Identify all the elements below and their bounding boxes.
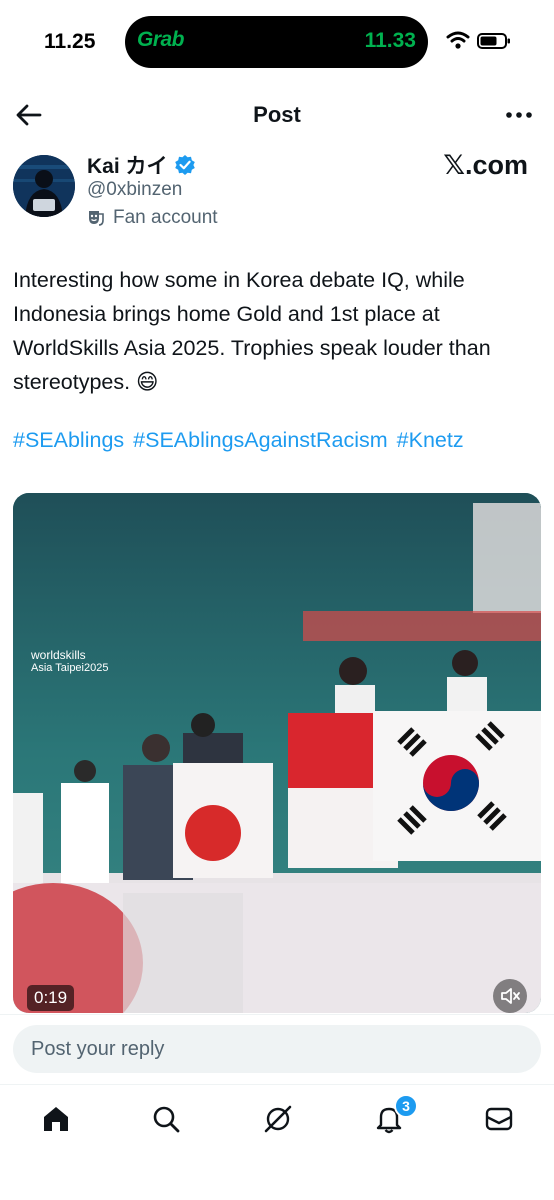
status-icons: [446, 31, 510, 49]
author-name[interactable]: Kai カイ: [87, 150, 168, 180]
video-duration: 0:19: [27, 985, 75, 1011]
x-watermark: 𝕏.com: [443, 150, 528, 180]
wifi-icon: [446, 31, 470, 49]
mute-button[interactable]: [493, 979, 527, 1013]
reply-input[interactable]: Post your reply: [13, 1025, 541, 1073]
hashtag-link[interactable]: #Knetz: [397, 428, 464, 452]
hashtag-link[interactable]: #SEAblings: [13, 428, 124, 452]
tab-search[interactable]: [146, 1099, 186, 1139]
grab-logo: Grab: [137, 28, 185, 51]
video-player[interactable]: worldskills Asia Taipei2025 0:19: [13, 493, 541, 1013]
hashtag-link[interactable]: #SEAblingsAgainstRacism: [133, 428, 388, 452]
speaker-muted-icon: [501, 988, 520, 1004]
verified-badge-icon: [174, 155, 195, 175]
search-icon: [153, 1106, 180, 1133]
fan-account-label: Fan account: [87, 207, 218, 229]
status-bar: 11.25 Grab 11.33: [0, 0, 554, 84]
grok-icon: [264, 1105, 292, 1133]
post-text: Interesting how some in Korea debate IQ,…: [13, 268, 491, 394]
fan-account-text: Fan account: [113, 207, 218, 228]
avatar-image: [13, 155, 75, 217]
tab-home[interactable]: [36, 1099, 76, 1139]
status-time: 11.25: [44, 30, 96, 53]
author-handle[interactable]: @0xbinzen: [87, 179, 182, 201]
bottom-tab-bar: [0, 1084, 554, 1154]
worldskills-logo: worldskills: [30, 648, 86, 662]
battery-icon: [477, 33, 510, 49]
home-icon: [44, 1107, 68, 1131]
dynamic-island[interactable]: Grab 11.33: [125, 16, 428, 68]
worldskills-subtitle: Asia Taipei2025: [31, 662, 108, 674]
page-title: Post: [253, 102, 301, 127]
avatar[interactable]: [13, 155, 75, 217]
tab-messages[interactable]: [479, 1099, 519, 1139]
video-frame: worldskills Asia Taipei2025: [13, 493, 541, 1013]
messages-icon: [485, 1107, 513, 1131]
tab-grok[interactable]: [258, 1099, 298, 1139]
author-name-row[interactable]: Kai カイ: [87, 152, 196, 178]
grab-eta: 11.33: [364, 29, 416, 52]
hashtag-list: #SEAblings #SEAblingsAgainstRacism #Knet…: [13, 428, 467, 453]
more-options-icon[interactable]: [504, 102, 534, 128]
notification-badge: 3: [394, 1094, 418, 1118]
reply-bar: Post your reply: [0, 1014, 554, 1084]
post-header: Post: [0, 90, 554, 140]
theater-mask-icon: [89, 211, 104, 226]
